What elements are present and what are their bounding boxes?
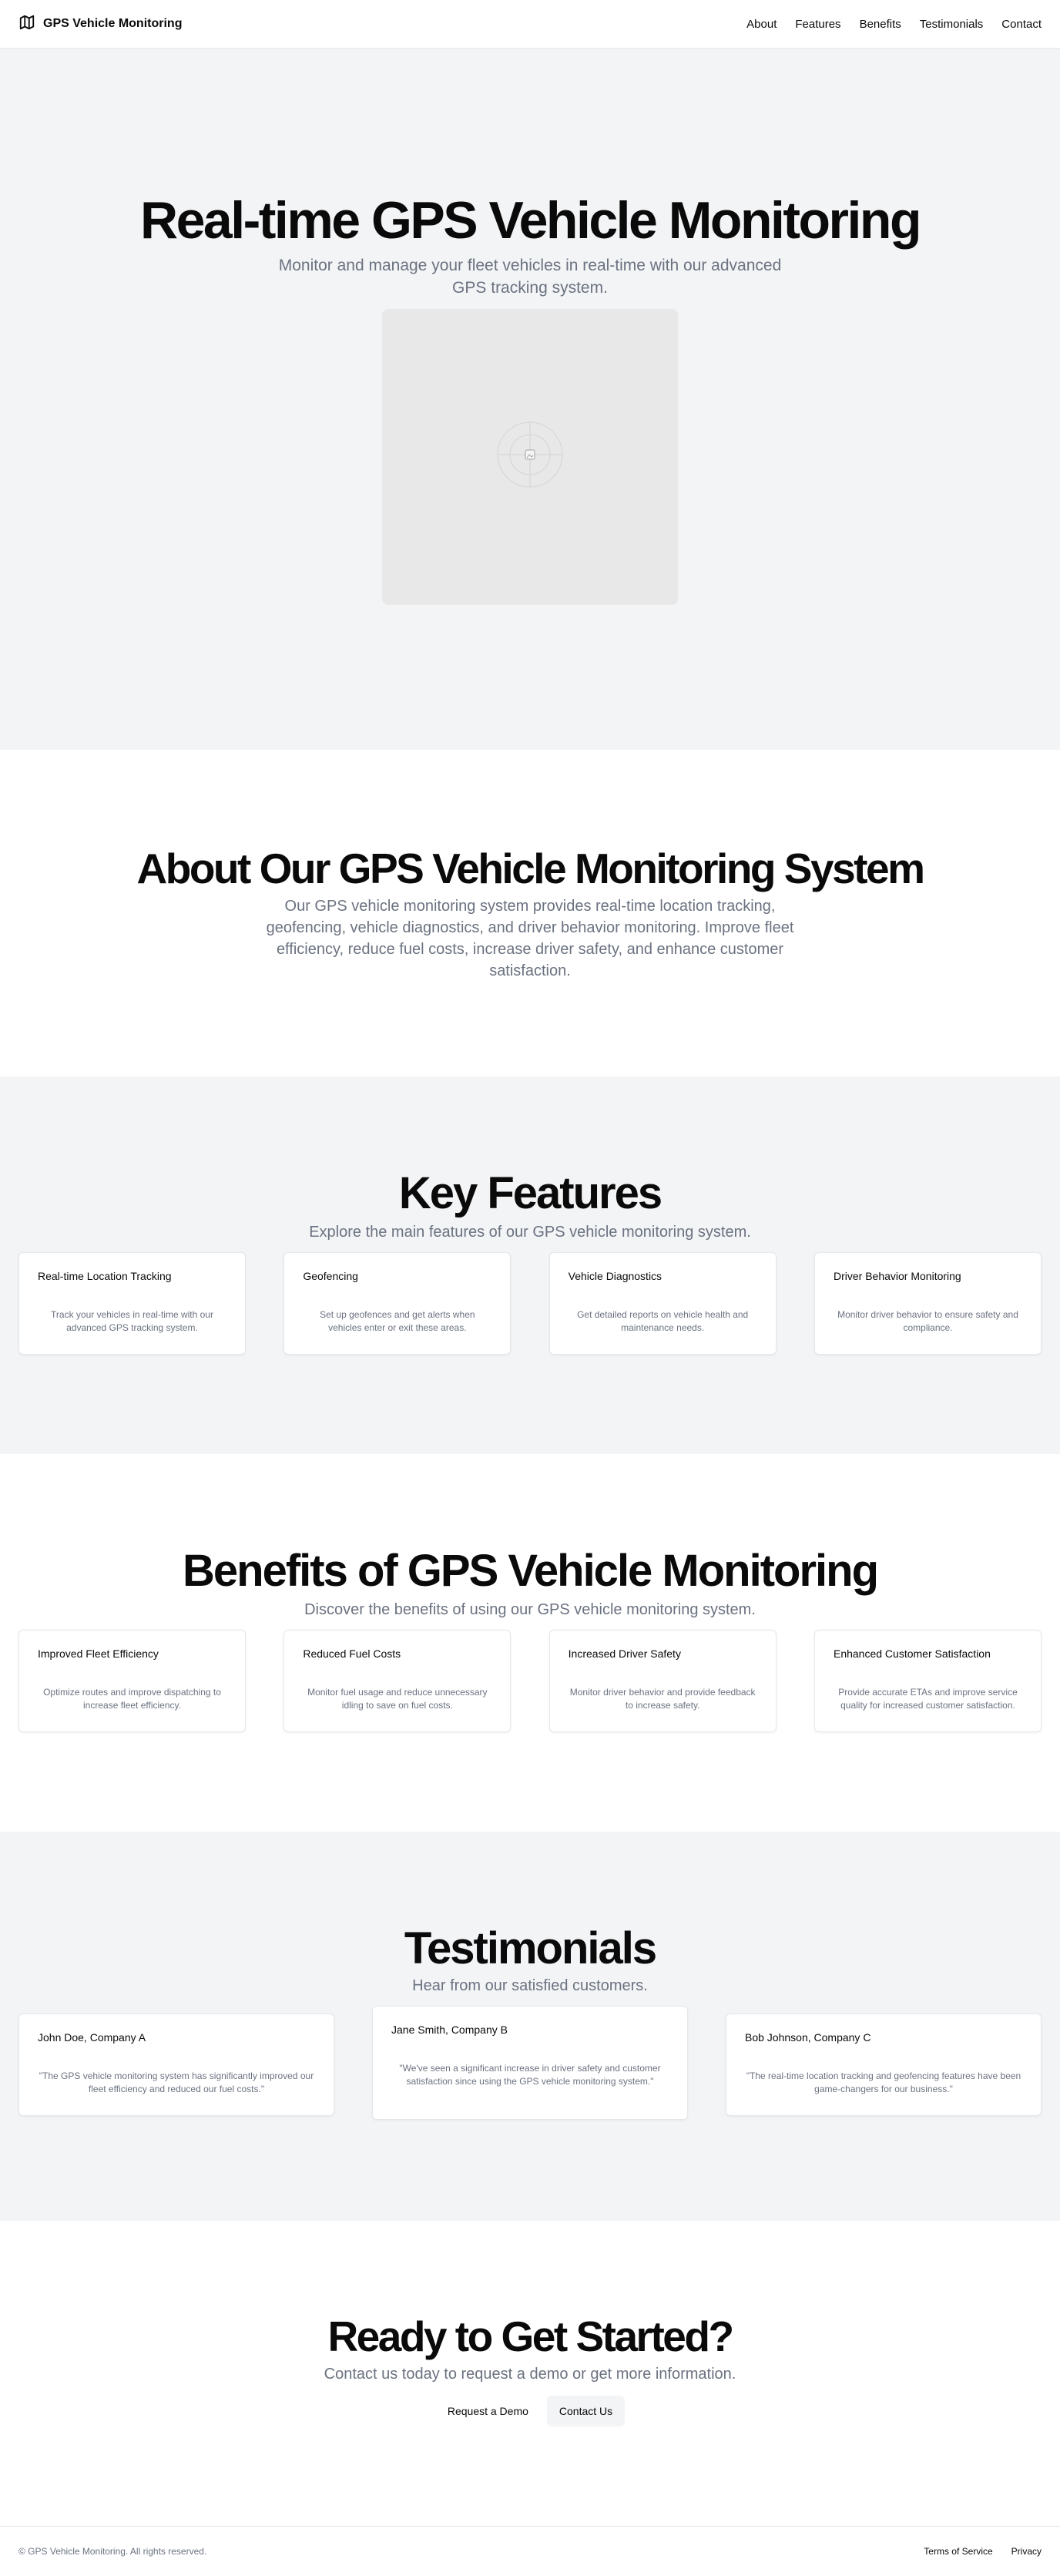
benefit-card: Increased Driver Safety Monitor driver b…: [548, 1629, 777, 1732]
brand[interactable]: GPS Vehicle Monitoring: [18, 14, 182, 35]
testimonials-section: Testimonials Hear from our satisfied cus…: [0, 1832, 1060, 2221]
terms-link[interactable]: Terms of Service: [924, 2546, 992, 2557]
map-icon: [18, 14, 35, 35]
feature-card: Vehicle Diagnostics Get detailed reports…: [548, 1251, 777, 1355]
testimonial-card: Jane Smith, Company B "We've seen a sign…: [372, 2005, 688, 2120]
benefit-desc: Monitor driver behavior and provide feed…: [569, 1686, 756, 1711]
benefit-title: Improved Fleet Efficiency: [38, 1647, 159, 1660]
testimonial-author: John Doe, Company A: [38, 2030, 146, 2044]
testimonials-title: Testimonials: [404, 1923, 657, 1973]
features-title: Key Features: [398, 1168, 662, 1218]
benefit-desc: Provide accurate ETAs and improve servic…: [838, 1686, 1018, 1711]
cta-buttons: Request a Demo Contact Us: [0, 2395, 1060, 2427]
nav-link-testimonials[interactable]: Testimonials: [920, 18, 984, 31]
testimonial-card: Bob Johnson, Company C "The real-time lo…: [726, 2013, 1042, 2116]
about-title: About Our GPS Vehicle Monitoring System: [136, 845, 925, 892]
hero-section: Real-time GPS Vehicle Monitoring Monitor…: [0, 49, 1060, 750]
benefit-card: Enhanced Customer Satisfaction Provide a…: [813, 1629, 1042, 1732]
footer-links: Terms of Service Privacy: [924, 2546, 1042, 2557]
testimonial-quote: "The real-time location tracking and geo…: [746, 2070, 1021, 2094]
feature-title: Driver Behavior Monitoring: [833, 1269, 961, 1282]
feature-title: Geofencing: [303, 1269, 358, 1282]
nav-link-contact[interactable]: Contact: [1001, 18, 1042, 31]
privacy-link[interactable]: Privacy: [1011, 2546, 1042, 2557]
contact-us-button[interactable]: Contact Us: [546, 2395, 626, 2427]
benefit-title: Increased Driver Safety: [568, 1647, 681, 1660]
feature-title: Real-time Location Tracking: [38, 1269, 172, 1282]
cta-title: Ready to Get Started?: [327, 2312, 734, 2360]
copyright-text: © GPS Vehicle Monitoring. All rights res…: [18, 2546, 207, 2557]
testimonial-author: Jane Smith, Company B: [391, 2023, 508, 2036]
features-section: Key Features Explore the main features o…: [0, 1076, 1060, 1454]
benefit-desc: Monitor fuel usage and reduce unnecessar…: [307, 1686, 488, 1711]
benefit-title: Reduced Fuel Costs: [303, 1647, 401, 1660]
benefit-card: Reduced Fuel Costs Monitor fuel usage an…: [283, 1629, 512, 1732]
feature-desc: Get detailed reports on vehicle health a…: [577, 1308, 749, 1333]
feature-desc: Monitor driver behavior to ensure safety…: [837, 1308, 1018, 1333]
features-grid: Real-time Location Tracking Track your v…: [0, 1251, 1060, 1355]
site-footer: © GPS Vehicle Monitoring. All rights res…: [0, 2526, 1060, 2576]
nav-link-features[interactable]: Features: [795, 18, 840, 31]
testimonials-subtitle: Hear from our satisfied customers.: [412, 1977, 648, 1994]
cta-subtitle: Contact us today to request a demo or ge…: [324, 2365, 736, 2383]
testimonial-card: John Doe, Company A "The GPS vehicle mon…: [18, 2013, 334, 2116]
benefits-subtitle: Discover the benefits of using our GPS v…: [304, 1600, 756, 1618]
feature-card: Driver Behavior Monitoring Monitor drive…: [813, 1251, 1042, 1355]
benefit-card: Improved Fleet Efficiency Optimize route…: [18, 1629, 246, 1732]
nav-link-about[interactable]: About: [746, 18, 777, 31]
benefits-section: Benefits of GPS Vehicle Monitoring Disco…: [0, 1454, 1060, 1832]
hero-title: Real-time GPS Vehicle Monitoring: [140, 191, 921, 250]
image-placeholder-icon: [495, 420, 565, 493]
feature-card: Geofencing Set up geofences and get aler…: [283, 1251, 512, 1355]
nav-link-benefits[interactable]: Benefits: [860, 18, 901, 31]
testimonial-quote: "The GPS vehicle monitoring system has s…: [39, 2070, 314, 2094]
feature-desc: Set up geofences and get alerts when veh…: [320, 1308, 475, 1333]
hero-image: [382, 308, 678, 605]
benefit-desc: Optimize routes and improve dispatching …: [43, 1686, 221, 1711]
about-text: Our GPS vehicle monitoring system provid…: [266, 897, 794, 979]
request-demo-button[interactable]: Request a Demo: [435, 2396, 541, 2427]
benefit-title: Enhanced Customer Satisfaction: [833, 1647, 991, 1660]
benefits-title: Benefits of GPS Vehicle Monitoring: [183, 1546, 879, 1596]
brand-name: GPS Vehicle Monitoring: [43, 17, 183, 30]
testimonial-author: Bob Johnson, Company C: [745, 2030, 871, 2044]
main-nav: About Features Benefits Testimonials Con…: [746, 18, 1042, 31]
about-section: About Our GPS Vehicle Monitoring System …: [0, 750, 1060, 1076]
testimonials-grid: John Doe, Company A "The GPS vehicle mon…: [0, 2005, 1060, 2120]
cta-section: Ready to Get Started? Contact us today t…: [0, 2221, 1060, 2526]
feature-title: Vehicle Diagnostics: [568, 1269, 662, 1282]
hero-subtitle: Monitor and manage your fleet vehicles i…: [278, 256, 782, 297]
testimonial-quote: "We've seen a significant increase in dr…: [399, 2062, 661, 2087]
benefits-grid: Improved Fleet Efficiency Optimize route…: [0, 1629, 1060, 1732]
site-header: GPS Vehicle Monitoring About Features Be…: [0, 0, 1060, 49]
features-subtitle: Explore the main features of our GPS veh…: [309, 1223, 751, 1241]
feature-desc: Track your vehicles in real-time with ou…: [51, 1308, 213, 1333]
feature-card: Real-time Location Tracking Track your v…: [18, 1251, 246, 1355]
